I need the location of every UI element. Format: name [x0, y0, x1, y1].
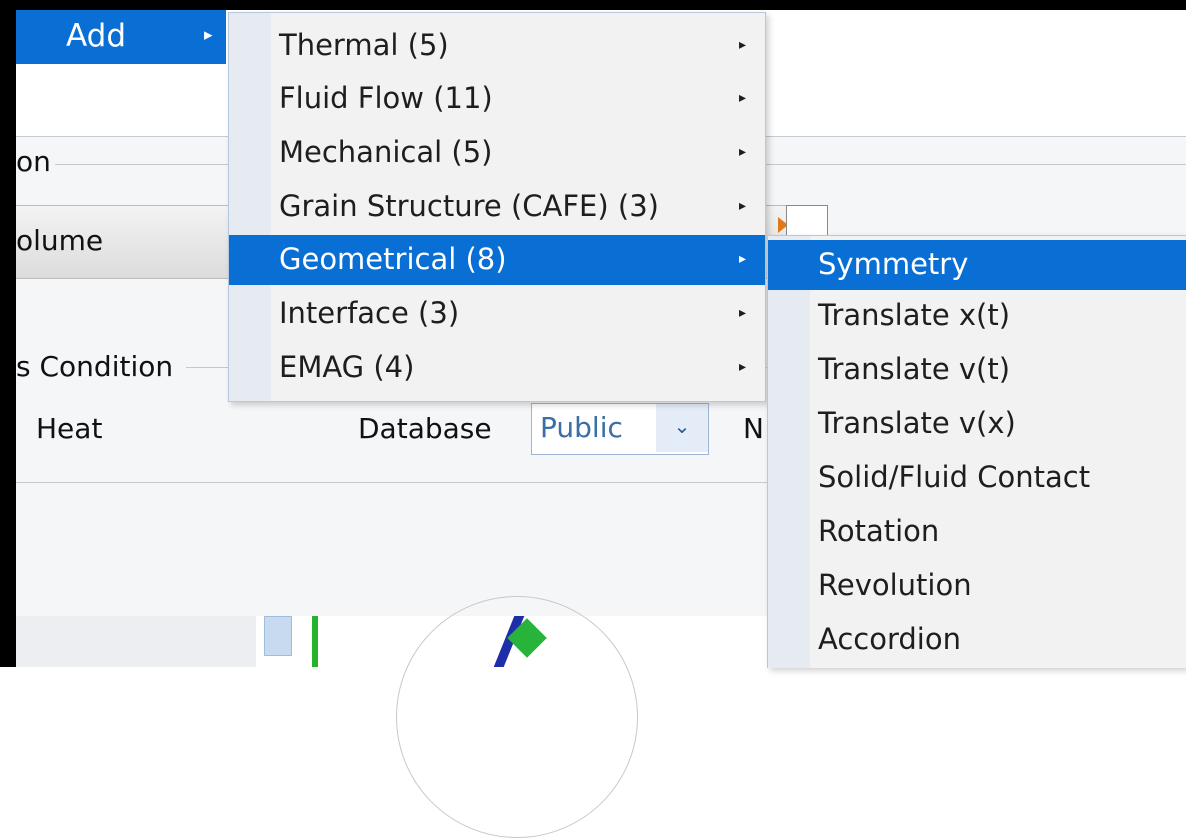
group-title-condition: s Condition	[16, 350, 178, 383]
chevron-right-icon: ▸	[739, 198, 747, 214]
window-frame-left	[0, 0, 16, 667]
menu-item-grain-structure[interactable]: Grain Structure (CAFE) (3) ▸	[229, 182, 765, 232]
chevron-right-icon: ▸	[739, 305, 747, 321]
chevron-down-icon[interactable]: ⌄	[656, 404, 708, 452]
menu-item-label: Accordion	[818, 622, 961, 656]
menu-item-translate-v-x[interactable]: Translate v(x)	[768, 399, 1186, 449]
chevron-right-icon: ▸	[739, 359, 747, 375]
menu-item-symmetry[interactable]: Symmetry	[768, 240, 1186, 290]
menu-item-label: Fluid Flow (11)	[279, 81, 493, 115]
window-frame-top	[0, 0, 1186, 10]
scrollbar-thumb[interactable]	[264, 616, 292, 656]
menu-item-label: Interface (3)	[279, 296, 460, 330]
add-menu-item[interactable]: Add ▸	[16, 10, 226, 64]
menu-item-label: Geometrical (8)	[279, 242, 507, 276]
submenu-arrow-icon: ▸	[204, 25, 213, 45]
database-value: Public	[540, 411, 623, 444]
menu-item-geometrical[interactable]: Geometrical (8) ▸	[229, 235, 765, 285]
menu-item-label: Translate v(x)	[818, 406, 1016, 440]
viewport-side-panel	[16, 616, 256, 667]
menu-item-label: Thermal (5)	[279, 28, 449, 62]
add-menu-label: Add	[66, 18, 127, 54]
chevron-right-icon: ▸	[739, 90, 747, 106]
menu-item-label: Symmetry	[818, 247, 969, 281]
truncated-label: N	[743, 412, 764, 445]
menu-item-revolution[interactable]: Revolution	[768, 561, 1186, 611]
menu-item-translate-x-t[interactable]: Translate x(t)	[768, 291, 1186, 341]
database-label: Database	[358, 412, 492, 445]
chevron-right-icon: ▸	[739, 37, 747, 53]
menu-item-label: Rotation	[818, 514, 940, 548]
heat-label: Heat	[36, 412, 103, 445]
menu-item-label: Translate x(t)	[818, 298, 1011, 332]
menu-item-thermal[interactable]: Thermal (5) ▸	[229, 21, 765, 71]
menu-item-rotation[interactable]: Rotation	[768, 507, 1186, 557]
menu-item-interface[interactable]: Interface (3) ▸	[229, 289, 765, 339]
menu-item-mechanical[interactable]: Mechanical (5) ▸	[229, 128, 765, 178]
green-axis-line	[312, 616, 318, 667]
menu-item-label: EMAG (4)	[279, 350, 415, 384]
menu-item-label: Revolution	[818, 568, 972, 602]
menu-item-label: Grain Structure (CAFE) (3)	[279, 189, 659, 223]
volume-label: olume	[16, 224, 104, 257]
menu-item-emag[interactable]: EMAG (4) ▸	[229, 343, 765, 393]
menu-item-label: Solid/Fluid Contact	[818, 460, 1091, 494]
add-category-menu: Thermal (5) ▸ Fluid Flow (11) ▸ Mechanic…	[228, 12, 766, 402]
chevron-right-icon: ▸	[739, 251, 747, 267]
menu-item-translate-v-t[interactable]: Translate v(t)	[768, 345, 1186, 395]
menu-item-fluid-flow[interactable]: Fluid Flow (11) ▸	[229, 74, 765, 124]
geometrical-submenu: Symmetry Translate x(t) Translate v(t) T…	[767, 235, 1186, 668]
menu-item-label: Mechanical (5)	[279, 135, 493, 169]
menu-item-solid-fluid-contact[interactable]: Solid/Fluid Contact	[768, 453, 1186, 503]
chevron-right-icon: ▸	[739, 144, 747, 160]
group-title-section: on	[16, 145, 55, 178]
database-select[interactable]: Public ⌄	[531, 403, 709, 455]
menu-item-accordion[interactable]: Accordion	[768, 615, 1186, 665]
menu-item-label: Translate v(t)	[818, 352, 1011, 386]
